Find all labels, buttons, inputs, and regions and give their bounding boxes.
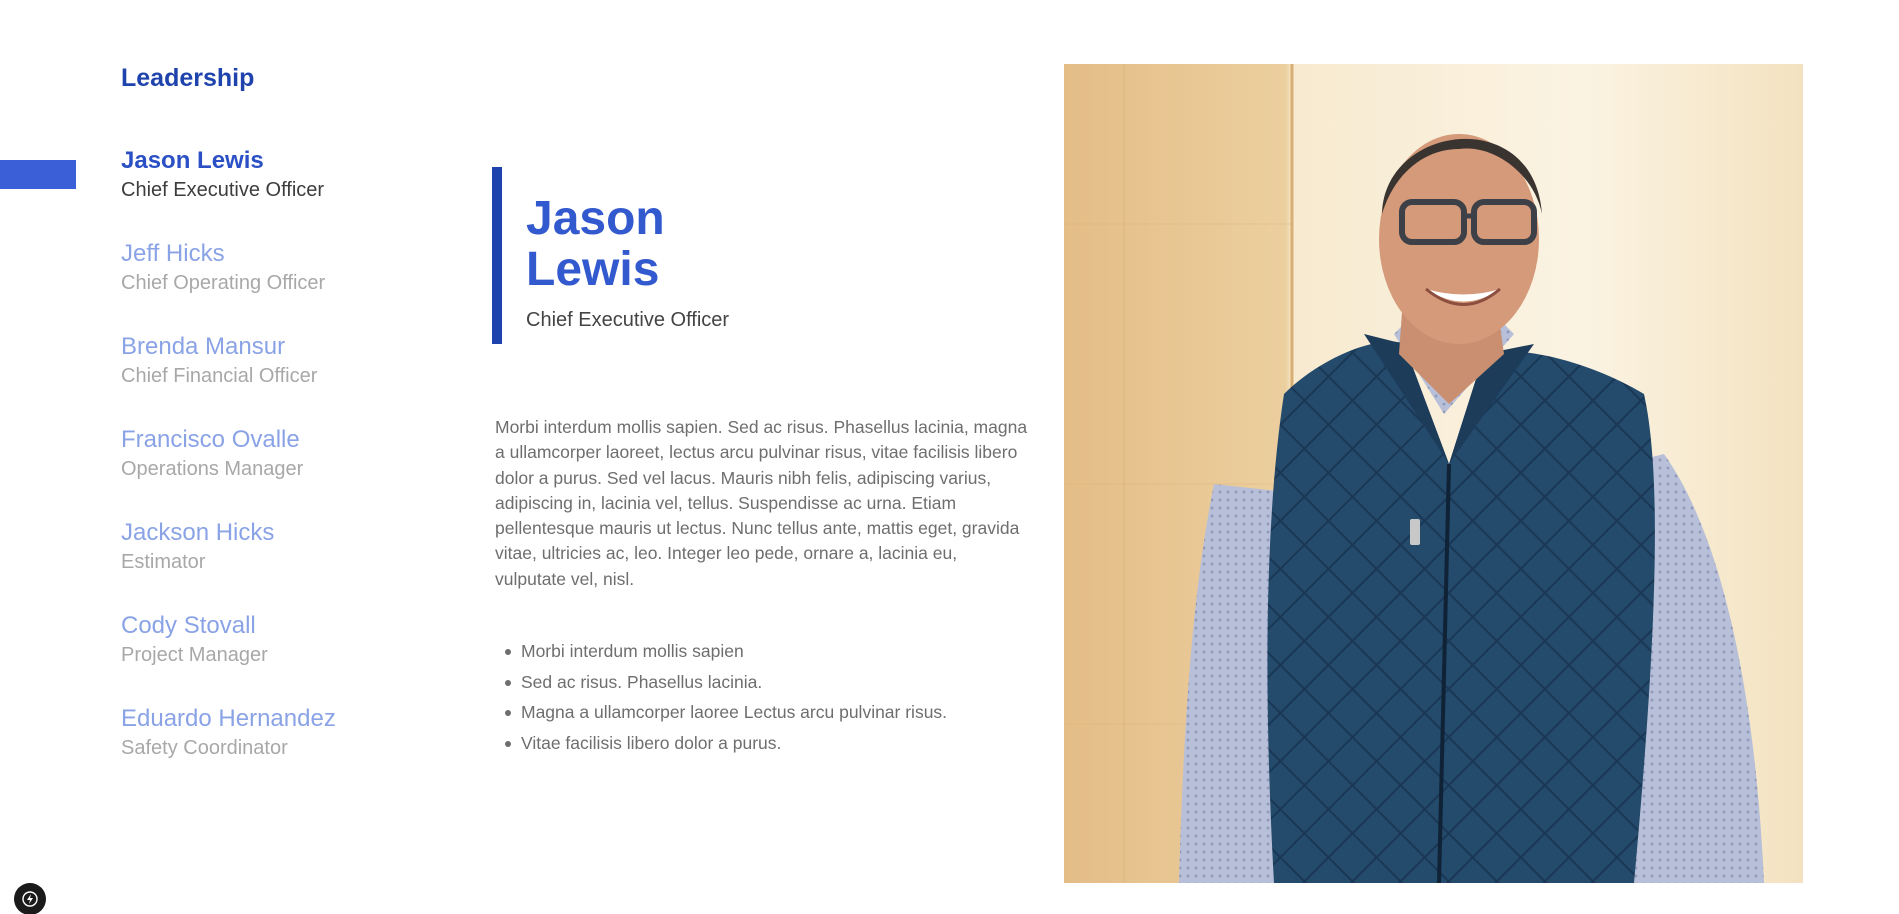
leader-item-jason-lewis[interactable]: Jason Lewis Chief Executive Officer [121,145,481,238]
leader-name: Cody Stovall [121,612,256,639]
section-title: Leadership [121,64,255,92]
portrait-illustration [1064,64,1803,883]
leader-item-brenda-mansur[interactable]: Brenda Mansur Chief Financial Officer [121,331,481,424]
active-indicator-bar [0,160,76,189]
leader-name: Jason Lewis [121,147,264,174]
profile-highlights: Morbi interdum mollis sapien Sed ac risu… [495,636,947,758]
leader-item-jackson-hicks[interactable]: Jackson Hicks Estimator [121,517,481,610]
leader-name: Eduardo Hernandez [121,705,336,732]
profile-bio: Morbi interdum mollis sapien. Sed ac ris… [495,417,1028,589]
lightning-bolt-glyph [22,891,38,907]
leader-name: Brenda Mansur [121,333,286,360]
leader-name: Francisco Ovalle [121,426,300,453]
leader-item-francisco-ovalle[interactable]: Francisco Ovalle Operations Manager [121,424,481,517]
leadership-page: Leadership Jason Lewis Chief Executive O… [0,0,1899,914]
leader-list: Jason Lewis Chief Executive Officer Jeff… [121,145,481,796]
profile-title: Chief Executive Officer [526,309,730,331]
highlight-item: Morbi interdum mollis sapien [495,636,947,667]
profile-photo [1064,64,1803,883]
leader-role: Chief Financial Officer [121,365,318,387]
leader-name: Jackson Hicks [121,519,275,546]
profile-header: Jason Lewis Chief Executive Officer [492,167,912,344]
profile-accent-bar [492,167,502,344]
leader-item-cody-stovall[interactable]: Cody Stovall Project Manager [121,610,481,703]
highlight-item: Vitae facilisis libero dolor a purus. [495,728,947,759]
leader-role: Operations Manager [121,458,304,480]
highlight-item: Magna a ullamcorper laoree Lectus arcu p… [495,697,947,728]
leader-name: Jeff Hicks [121,240,225,267]
leader-role: Chief Executive Officer [121,179,325,201]
leader-role: Project Manager [121,644,268,666]
leader-role: Safety Coordinator [121,737,288,759]
leader-item-jeff-hicks[interactable]: Jeff Hicks Chief Operating Officer [121,238,481,331]
profile-name: Jason Lewis [526,192,665,296]
leader-role: Estimator [121,551,206,573]
leader-role: Chief Operating Officer [121,272,326,294]
lightning-bolt-icon[interactable] [14,883,46,914]
leader-item-eduardo-hernandez[interactable]: Eduardo Hernandez Safety Coordinator [121,703,481,796]
highlight-item: Sed ac risus. Phasellus lacinia. [495,667,947,698]
